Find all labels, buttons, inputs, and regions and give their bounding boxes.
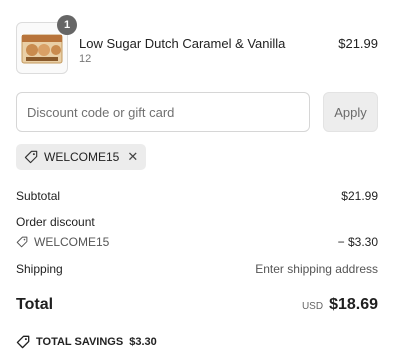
discount-amount: − $3.30 xyxy=(337,235,378,249)
product-thumbnail: 1 xyxy=(16,15,77,74)
quantity-badge: 1 xyxy=(57,15,77,35)
applied-discount-code: WELCOME15 xyxy=(44,150,120,164)
shipping-value: Enter shipping address xyxy=(255,262,378,276)
tag-icon xyxy=(16,236,28,248)
discount-code-label: WELCOME15 xyxy=(34,235,110,249)
order-discount-label: Order discount xyxy=(16,215,95,229)
product-variant: 12 xyxy=(79,53,92,65)
remove-discount-icon[interactable]: ✕ xyxy=(127,149,138,165)
subtotal-value: $21.99 xyxy=(341,189,378,203)
total-savings-label: TOTAL SAVINGS xyxy=(36,336,124,348)
currency-code: USD xyxy=(301,301,324,312)
product-image-icon xyxy=(21,34,63,64)
shipping-label: Shipping xyxy=(16,262,63,276)
discount-code-input[interactable] xyxy=(16,92,310,132)
applied-discount-chip: WELCOME15 ✕ xyxy=(16,144,147,170)
cart-line-item: 1 Low Sugar Dutch Caramel & Vanilla 12 $… xyxy=(16,15,378,76)
tag-icon xyxy=(16,335,30,349)
order-discount-row: Order discount xyxy=(16,215,378,229)
apply-discount-button[interactable]: Apply xyxy=(323,92,378,132)
product-price: $21.99 xyxy=(338,36,378,51)
total-price: $18.69 xyxy=(329,296,378,313)
product-title: Low Sugar Dutch Caramel & Vanilla xyxy=(79,36,286,51)
discount-code-row: WELCOME15 − $3.30 xyxy=(16,235,378,249)
subtotal-row: Subtotal $21.99 xyxy=(16,189,378,203)
total-label: Total xyxy=(16,296,54,313)
total-row: Total USD $18.69 xyxy=(16,296,378,314)
total-savings: TOTAL SAVINGS $3.30 xyxy=(16,335,157,349)
subtotal-label: Subtotal xyxy=(16,189,61,203)
shipping-row: Shipping Enter shipping address xyxy=(16,262,378,276)
tag-icon xyxy=(24,150,38,164)
total-savings-value: $3.30 xyxy=(129,336,157,348)
